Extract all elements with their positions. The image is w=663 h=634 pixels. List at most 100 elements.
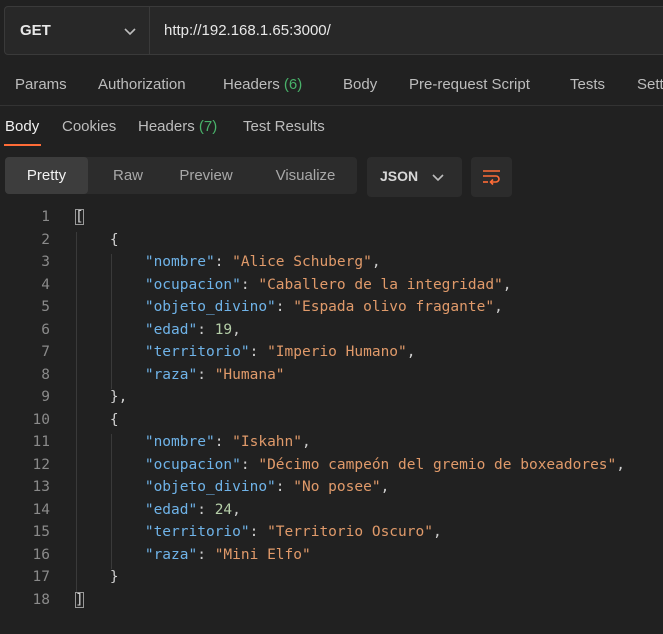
line-number: 16 <box>32 546 50 563</box>
json-key: "nombre" <box>144 434 215 450</box>
line-number: 1 <box>41 209 50 225</box>
line-number: 13 <box>32 479 50 495</box>
tab-label: Params <box>15 76 67 93</box>
code-text: ] <box>75 591 84 608</box>
json-key: "objeto_divino" <box>144 479 276 495</box>
code-text: "raza": "Humana" <box>75 367 285 383</box>
code-text: "ocupacion": "Caballero de la integridad… <box>75 277 512 293</box>
tab-count: (7) <box>198 118 218 135</box>
view-mode-raw[interactable]: Raw <box>88 157 168 194</box>
tab-response-body[interactable]: Body <box>5 118 39 135</box>
json-punct <box>75 479 145 495</box>
line-number: 18 <box>32 591 50 608</box>
code-text: "nombre": "Alice Schuberg", <box>75 254 381 270</box>
json-string: "Alice Schuberg" <box>232 254 372 270</box>
line-number: 9 <box>41 389 50 405</box>
json-punct <box>75 322 145 338</box>
json-key: "ocupacion" <box>144 276 241 293</box>
json-string: "Humana" <box>214 366 285 383</box>
json-punct: : <box>197 366 215 383</box>
json-key: "raza" <box>144 366 198 383</box>
json-key: "nombre" <box>144 254 215 270</box>
chevron-down-icon <box>432 174 444 182</box>
json-key: "territorio" <box>144 524 250 540</box>
json-punct: , <box>302 434 311 450</box>
json-string: "Décimo campeón del gremio de boxeadores… <box>258 456 617 473</box>
tab-label: Headers <box>223 76 280 93</box>
json-string: "No posee" <box>293 479 381 495</box>
line-number: 3 <box>41 254 50 270</box>
line-number: 8 <box>41 366 50 383</box>
tab-tests[interactable]: Tests <box>570 76 605 93</box>
tab-label: Test Results <box>243 118 325 135</box>
response-tabs: Body Cookies Headers (7) Test Results <box>0 106 663 148</box>
code-text: }, <box>75 389 127 405</box>
code-line: 17 } <box>0 569 663 592</box>
code-line: 15 "territorio": "Territorio Oscuro", <box>0 524 663 547</box>
code-line: 11 "nombre": "Iskahn", <box>0 434 663 457</box>
tab-body[interactable]: Body <box>343 76 377 93</box>
view-mode-visualize[interactable]: Visualize <box>258 157 353 194</box>
tab-label: Headers <box>138 118 195 135</box>
code-text: "nombre": "Iskahn", <box>75 434 311 450</box>
code-line: 1[ <box>0 209 663 232</box>
json-punct <box>75 457 145 473</box>
chevron-down-icon <box>124 28 136 36</box>
wrap-lines-icon <box>483 170 500 186</box>
url-input[interactable]: http://192.168.1.65:3000/ <box>149 6 663 55</box>
code-line: 8 "raza": "Humana" <box>0 367 663 390</box>
json-string: "Iskahn" <box>232 434 302 450</box>
view-mode-pretty[interactable]: Pretty <box>5 157 88 194</box>
json-punct: : <box>197 546 215 563</box>
json-key: "territorio" <box>144 344 250 360</box>
tab-label: Cookies <box>62 118 117 135</box>
tab-settings[interactable]: Sett <box>637 76 663 93</box>
tab-cookies[interactable]: Cookies <box>62 118 116 135</box>
code-line: 9 }, <box>0 389 663 412</box>
line-number: 10 <box>32 411 50 428</box>
json-punct <box>75 254 145 270</box>
method-select[interactable]: GET <box>4 6 150 55</box>
tab-test-results[interactable]: Test Results <box>243 118 325 135</box>
tab-label: Body <box>343 76 378 93</box>
json-string: "Mini Elfo" <box>214 546 311 563</box>
code-line: 12 "ocupacion": "Décimo campeón del grem… <box>0 457 663 480</box>
active-tab-indicator <box>4 144 41 146</box>
response-body-editor[interactable]: 1[2 {3 "nombre": "Alice Schuberg", 4 "ocu… <box>0 206 663 634</box>
code-line: 4 "ocupacion": "Caballero de la integrid… <box>0 277 663 300</box>
tab-label: Pre-request Script <box>409 76 530 93</box>
code-line: 7 "territorio": "Imperio Humano", <box>0 344 663 367</box>
code-text: "ocupacion": "Décimo campeón del gremio … <box>75 457 625 473</box>
json-key: "edad" <box>144 321 198 338</box>
line-number: 7 <box>41 344 50 360</box>
line-number: 12 <box>32 456 50 473</box>
json-number: 24 <box>214 501 233 518</box>
tab-pre-request-script[interactable]: Pre-request Script <box>409 76 530 93</box>
tab-label: Authorization <box>98 76 186 93</box>
json-punct: : <box>249 344 268 360</box>
json-punct: : <box>240 276 259 293</box>
tab-authorization[interactable]: Authorization <box>98 76 186 93</box>
line-number: 17 <box>32 569 50 585</box>
json-number: 19 <box>214 321 233 338</box>
view-mode-preview[interactable]: Preview <box>168 157 244 194</box>
json-punct: : <box>197 501 215 518</box>
json-punct: , <box>380 479 390 495</box>
code-text: "territorio": "Territorio Oscuro", <box>75 524 442 540</box>
code-text: { <box>75 412 119 428</box>
tab-response-headers[interactable]: Headers (7) <box>138 118 217 135</box>
format-select[interactable]: JSON <box>367 157 462 197</box>
wrap-lines-button[interactable] <box>471 157 512 197</box>
line-number: 2 <box>41 231 50 248</box>
json-key: "edad" <box>144 501 198 518</box>
request-bar: GET http://192.168.1.65:3000/ <box>0 0 663 62</box>
response-toolbar: Pretty Raw Preview Visualize JSON <box>0 148 663 206</box>
tab-headers[interactable]: Headers (6) <box>223 76 302 93</box>
json-punct: , <box>232 501 241 518</box>
url-text: http://192.168.1.65:3000/ <box>164 22 331 39</box>
tab-label: Body <box>5 118 40 135</box>
tab-count: (6) <box>283 76 303 93</box>
json-punct: { <box>75 411 119 428</box>
json-punct <box>75 277 145 293</box>
tab-params[interactable]: Params <box>15 76 67 93</box>
